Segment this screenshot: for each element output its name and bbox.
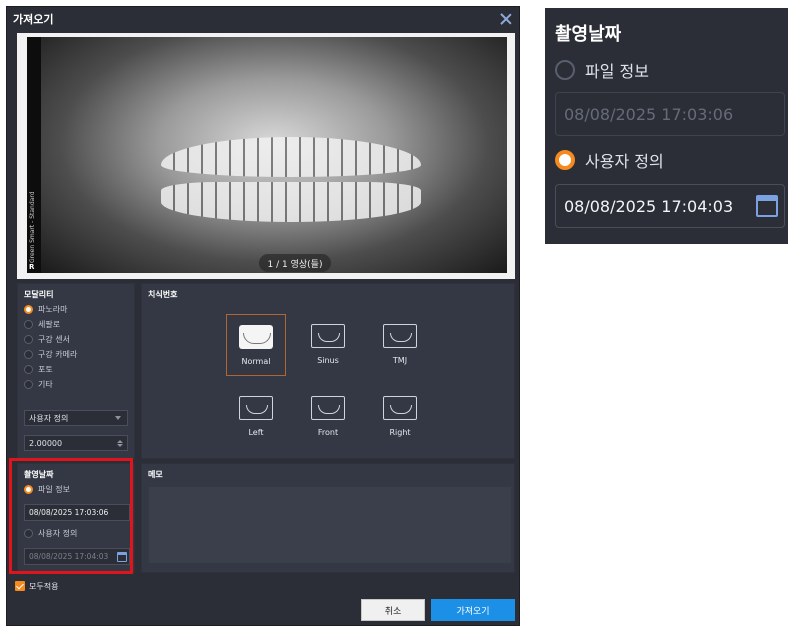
calendar-icon[interactable]	[756, 195, 778, 217]
modality-panel: 모달리티 파노라마 세팔로 구강 센서 구강 카메라 포토 기타 사용자 정의	[17, 283, 135, 459]
modality-option-intraoral-camera[interactable]: 구강 카메라	[24, 349, 77, 360]
chevron-down-icon	[115, 416, 121, 420]
modality-option-label: 구강 카메라	[38, 350, 78, 359]
preset-select[interactable]: 사용자 정의	[24, 410, 128, 426]
zoom-custom-date-value: 08/08/2025 17:04:03	[564, 196, 734, 216]
modality-option-label: 구강 센서	[38, 335, 70, 344]
image-preview: Green Smart - Standard R 1 / 1 영상(들)	[17, 33, 515, 279]
memo-title: 메모	[148, 470, 163, 479]
tooth-tile-tmj[interactable]: TMJ	[370, 314, 430, 376]
import-button[interactable]: 가져오기	[431, 599, 515, 621]
preset-select-value: 사용자 정의	[29, 413, 69, 423]
xray-side-marker: R	[29, 263, 35, 271]
modality-title: 모달리티	[24, 290, 54, 299]
tooth-tile-front[interactable]: Front	[298, 386, 358, 448]
capture-date-highlight	[9, 458, 133, 574]
upper-teeth-shape	[161, 137, 421, 177]
cancel-button[interactable]: 취소	[361, 599, 425, 621]
memo-panel: 메모	[141, 463, 515, 573]
modality-option-cephalo[interactable]: 세팔로	[24, 319, 60, 330]
tooth-tile-label: Front	[317, 428, 339, 437]
dialog-title: 가져오기	[13, 13, 54, 26]
radio-icon[interactable]	[24, 380, 33, 389]
modality-option-panorama[interactable]: 파노라마	[24, 304, 67, 315]
sinus-jaw-icon	[311, 324, 345, 348]
panoramic-xray-image: 1 / 1 영상(들)	[41, 37, 507, 273]
right-jaw-icon	[383, 396, 417, 420]
modality-option-label: 포토	[38, 365, 53, 374]
tooth-tile-label: TMJ	[392, 356, 408, 365]
modality-option-other[interactable]: 기타	[24, 379, 53, 390]
tooth-tile-label: Left	[248, 428, 264, 437]
left-jaw-icon	[239, 396, 273, 420]
zoom-file-date-value: 08/08/2025 17:03:06	[564, 104, 734, 124]
apply-all-checkbox[interactable]	[15, 581, 25, 591]
apply-all-label: 모두적용	[29, 582, 59, 591]
front-jaw-icon	[311, 396, 345, 420]
modality-option-label: 파노라마	[38, 305, 68, 314]
tooth-tile-left[interactable]: Left	[226, 386, 286, 448]
zoom-file-date-field: 08/08/2025 17:03:06	[555, 92, 785, 136]
zoom-option-custom[interactable]: 사용자 정의	[555, 148, 664, 172]
tooth-tile-label: Sinus	[317, 356, 339, 365]
modality-option-label: 기타	[38, 380, 53, 389]
tooth-number-panel: 치식번호 Normal Sinus TMJ Left Front Right	[141, 283, 515, 459]
radio-selected-icon[interactable]	[555, 150, 575, 170]
radio-icon[interactable]	[555, 60, 575, 80]
value-stepper-value: 2.00000	[29, 438, 63, 448]
stepper-arrows-icon[interactable]	[117, 439, 123, 447]
tooth-number-title: 치식번호	[148, 290, 178, 299]
radio-icon[interactable]	[24, 335, 33, 344]
value-stepper[interactable]: 2.00000	[24, 435, 128, 451]
lower-teeth-shape	[161, 182, 421, 222]
zoom-option-file[interactable]: 파일 정보	[555, 58, 649, 82]
radio-icon[interactable]	[24, 350, 33, 359]
zoom-option-label: 사용자 정의	[585, 152, 664, 171]
radio-selected-icon[interactable]	[24, 305, 33, 314]
zoom-capture-date-title: 촬영날짜	[555, 24, 622, 45]
tooth-tile-label: Right	[389, 428, 411, 437]
page-indicator: 1 / 1 영상(들)	[259, 254, 331, 272]
xray-side-label: Green Smart - Standard	[29, 191, 36, 263]
modality-option-label: 세팔로	[38, 320, 61, 329]
tmj-jaw-icon	[383, 324, 417, 348]
zoom-custom-date-field[interactable]: 08/08/2025 17:04:03	[555, 184, 785, 228]
normal-jaw-icon	[239, 325, 273, 349]
modality-option-intraoral-sensor[interactable]: 구강 센서	[24, 334, 70, 345]
modality-option-photo[interactable]: 포토	[24, 364, 53, 375]
title-bar: 가져오기	[7, 7, 519, 31]
zoom-option-label: 파일 정보	[585, 62, 649, 81]
close-icon[interactable]	[499, 12, 513, 26]
capture-date-zoom-callout: 촬영날짜 파일 정보 08/08/2025 17:03:06 사용자 정의 08…	[545, 8, 788, 244]
tooth-tile-label: Normal	[241, 357, 271, 366]
memo-textarea[interactable]	[148, 486, 512, 564]
radio-icon[interactable]	[24, 320, 33, 329]
radio-icon[interactable]	[24, 365, 33, 374]
tooth-tile-sinus[interactable]: Sinus	[298, 314, 358, 376]
tooth-tile-normal[interactable]: Normal	[226, 314, 286, 376]
tooth-tile-right[interactable]: Right	[370, 386, 430, 448]
